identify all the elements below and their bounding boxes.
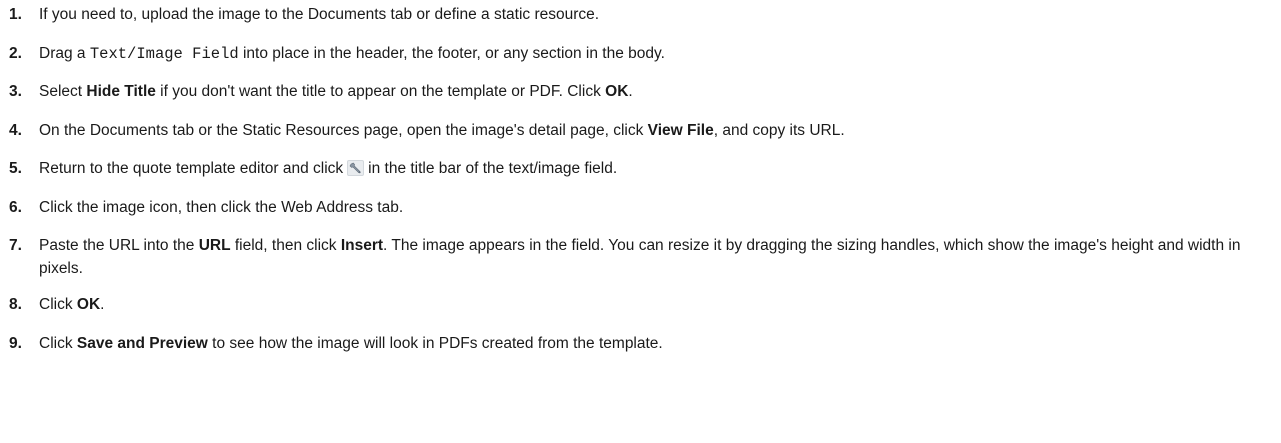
keyword-view-file: View File: [647, 121, 714, 139]
step-number: 8.: [9, 296, 22, 313]
keyword-save-and-preview: Save and Preview: [76, 334, 208, 352]
step-number: 9.: [9, 334, 22, 352]
code-text-image-field: Text/Image Field: [89, 44, 239, 63]
step-number: 2.: [9, 44, 22, 62]
step-text: Drag a: [39, 44, 90, 62]
step-4: 4. On the Documents tab or the Static Re…: [0, 121, 1281, 141]
keyword-ok: OK: [605, 83, 629, 100]
keyword-insert: Insert: [340, 237, 384, 254]
step-text: .: [628, 83, 633, 100]
step-number: 5.: [9, 160, 22, 177]
step-number: 4.: [9, 121, 22, 139]
keyword-hide-title: Hide Title: [86, 83, 156, 100]
step-text: into place in the header, the footer, or…: [238, 44, 665, 62]
step-text: , and copy its URL.: [713, 121, 845, 139]
step-text: Return to the quote template editor and …: [39, 160, 344, 177]
step-text: Click: [39, 334, 77, 352]
step-8: 8. Click OK.: [0, 295, 1281, 315]
step-text: in the title bar of the text/image field…: [368, 160, 618, 177]
step-1: 1. If you need to, upload the image to t…: [0, 5, 1281, 25]
step-text: On the Documents tab or the Static Resou…: [39, 121, 648, 139]
step-text: Paste the URL into the: [39, 237, 199, 254]
step-9: 9. Click Save and Preview to see how the…: [0, 334, 1281, 354]
step-text: field, then click: [230, 237, 341, 254]
step-number: 7.: [9, 237, 22, 254]
step-number: 1.: [9, 6, 22, 23]
step-5: 5. Return to the quote template editor a…: [0, 159, 1281, 179]
keyword-url: URL: [198, 237, 231, 254]
step-3: 3. Select Hide Title if you don't want t…: [0, 82, 1281, 102]
wrench-icon: [347, 160, 365, 176]
step-number: 3.: [9, 83, 22, 100]
step-6: 6. Click the image icon, then click the …: [0, 198, 1281, 218]
step-text: .: [100, 296, 105, 313]
instruction-steps: 1. If you need to, upload the image to t…: [0, 5, 1281, 354]
step-text: If you need to, upload the image to the …: [39, 6, 600, 23]
step-text: to see how the image will look in PDFs c…: [207, 334, 663, 352]
step-text: Select: [39, 83, 87, 100]
step-text: Click the image icon, then click the Web…: [39, 198, 404, 216]
keyword-ok: OK: [76, 296, 101, 313]
step-2: 2. Drag a Text/Image Field into place in…: [0, 44, 1281, 64]
step-number: 6.: [9, 198, 22, 216]
step-text: if you don't want the title to appear on…: [155, 83, 606, 100]
step-7: 7. Paste the URL into the URL field, the…: [0, 234, 1281, 280]
step-text: Click: [39, 296, 77, 313]
